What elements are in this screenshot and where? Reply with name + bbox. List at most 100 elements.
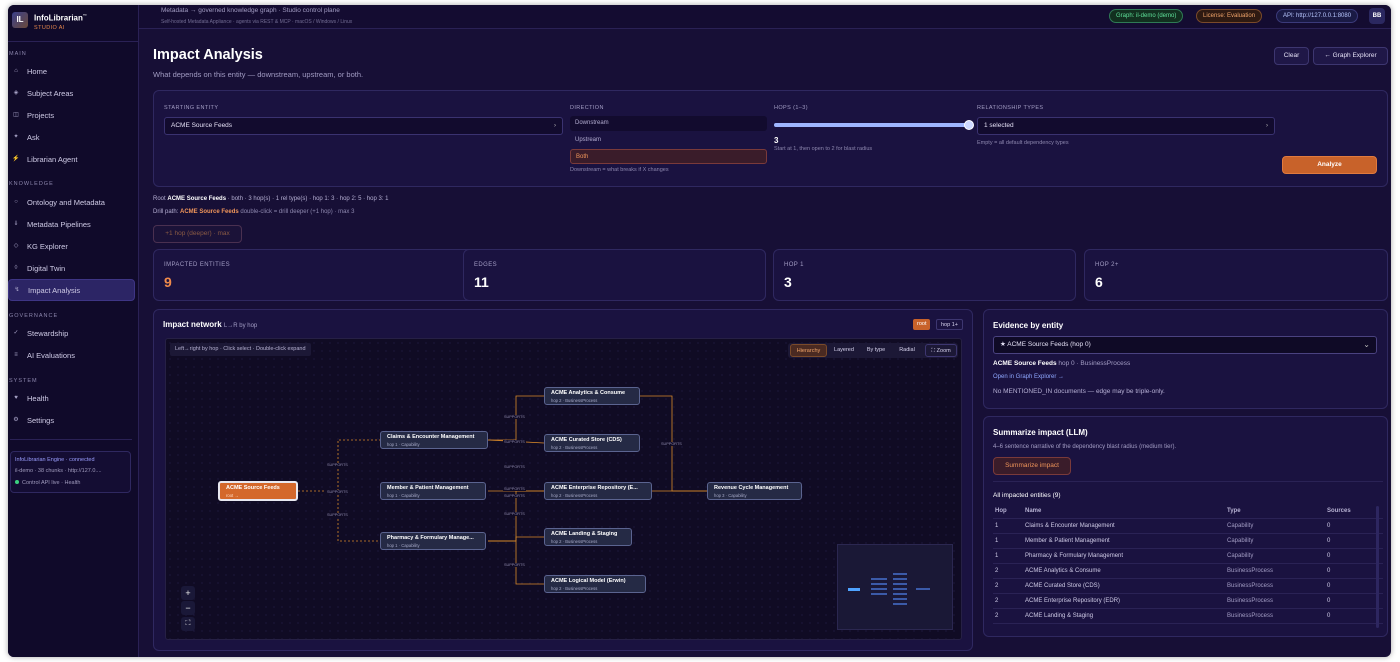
direction-option-both[interactable]: Both — [570, 149, 767, 164]
stat-hop-2-plus: HOP 2+ 6 — [1084, 249, 1388, 301]
node-claims-encounter[interactable]: Claims & Encounter Management hop 1 · Cap… — [380, 431, 488, 449]
section-governance: GOVERNANCE — [9, 313, 59, 319]
table-row[interactable]: 1 Member & Patient Management Capability 0 — [993, 534, 1383, 549]
sidebar-item-ai-evaluations[interactable]: ≡ AI Evaluations — [8, 345, 135, 365]
zoom-button[interactable]: ⛶ Zoom — [925, 344, 957, 357]
table-cell: ACME Analytics & Consume — [1025, 568, 1101, 574]
gear-icon: ⚙ — [13, 417, 19, 423]
sidebar-item-home[interactable]: ⌂ Home — [8, 61, 135, 81]
engine-status-card[interactable]: InfoLibrarian Engine · connected il-demo… — [10, 451, 131, 493]
table-cell: BusinessProcess — [1227, 583, 1274, 589]
sidebar-item-metadata-pipelines[interactable]: ⇓ Metadata Pipelines — [8, 214, 135, 234]
edge-label: SUPPORTS — [503, 487, 526, 491]
table-cell: BusinessProcess — [1227, 568, 1274, 574]
sidebar-item-impact-analysis[interactable]: ↯ Impact Analysis — [8, 279, 135, 301]
table-cell: 2 — [995, 583, 999, 589]
projects-icon: ◫ — [13, 112, 19, 118]
table-scrollbar[interactable] — [1376, 506, 1379, 628]
minimap-node — [871, 588, 887, 590]
minimap-node — [893, 593, 907, 595]
analyze-button[interactable]: Analyze — [1282, 156, 1377, 174]
ask-icon: ✦ — [13, 134, 19, 140]
sidebar-item-ask[interactable]: ✦ Ask — [8, 127, 135, 147]
direction-option-downstream[interactable]: Downstream — [570, 116, 767, 131]
summarize-title: Summarize impact (LLM) — [993, 428, 1088, 437]
sidebar-item-librarian-agent[interactable]: ⚡ Librarian Agent — [8, 149, 135, 169]
node-acme-curated-store[interactable]: ACME Curated Store (CDS) hop 2 · Business… — [544, 434, 640, 452]
topbar-tagline: Metadata → governed knowledge graph · St… — [161, 7, 340, 14]
page-title: Impact Analysis — [153, 47, 263, 63]
layout-layered-button[interactable]: Layered — [829, 344, 859, 357]
stat-edges: EDGES 11 — [463, 249, 766, 301]
brand: IL InfoLibrarian™ STUDIO AI — [8, 5, 139, 42]
hops-slider[interactable] — [774, 120, 974, 130]
layout-radial-button[interactable]: Radial — [893, 344, 921, 357]
check-icon: ✓ — [13, 330, 19, 336]
graph-pill[interactable]: Graph: il-demo (demo) — [1109, 9, 1184, 23]
stat-hop-1: HOP 13 — [773, 249, 1076, 301]
hops-hint: Start at 1, then open to 2 for blast rad… — [774, 146, 873, 152]
table-row[interactable]: 2 ACME Enterprise Repository (EDR) Busines… — [993, 594, 1383, 609]
table-row[interactable]: 1 Pharmacy & Formulary Management Capabili… — [993, 549, 1383, 564]
hops-slider-thumb[interactable] — [964, 120, 974, 130]
node-pharmacy-formulary[interactable]: Pharmacy & Formulary Manage... hop 1 · Ca… — [380, 532, 486, 550]
minimap[interactable] — [837, 544, 953, 630]
starting-entity-label: STARTING ENTITY — [164, 105, 219, 111]
table-cell: Claims & Encounter Management — [1025, 523, 1115, 529]
graph-explorer-button[interactable]: ← Graph Explorer — [1313, 47, 1388, 65]
direction-hint: Downstream = what breaks if X changes — [570, 167, 669, 173]
sidebar-item-kg-explorer[interactable]: ◇ KG Explorer — [8, 236, 135, 256]
node-acme-enterprise-repository[interactable]: ACME Enterprise Repository (E... hop 2 · … — [544, 482, 652, 500]
table-cell: Pharmacy & Formulary Management — [1025, 553, 1124, 559]
table-row[interactable]: 2 ACME Analytics & Consume BusinessProcess… — [993, 564, 1383, 579]
sidebar-item-digital-twin[interactable]: ◊ Digital Twin — [8, 258, 135, 278]
ontology-icon: ○ — [14, 199, 18, 205]
direction-option-upstream[interactable]: Upstream — [570, 133, 767, 148]
node-acme-analytics[interactable]: ACME Analytics & Consume hop 2 · Business… — [544, 387, 640, 405]
sidebar-item-stewardship[interactable]: ✓ Stewardship — [8, 323, 135, 343]
sidebar-item-settings[interactable]: ⚙ Settings — [8, 410, 135, 430]
fit-view-button[interactable]: ⛶ — [181, 617, 195, 631]
edge-label: SUPPORTS — [326, 463, 349, 467]
table-cell: 0 — [1327, 598, 1331, 604]
table-row[interactable]: 2 ACME Landing & Staging BusinessProcess 0 — [993, 609, 1383, 624]
node-acme-source-feeds[interactable]: ACME Source Feeds root → — [218, 481, 298, 501]
license-pill[interactable]: License: Evaluation — [1196, 9, 1263, 23]
sidebar: IL InfoLibrarian™ STUDIO AI MAIN ⌂ Home ◈… — [8, 5, 139, 657]
bolt-icon: ⚡ — [12, 156, 20, 162]
layout-by-type-button[interactable]: By type — [861, 344, 891, 357]
impact-network-title: Impact network L→R by hop — [163, 320, 258, 329]
layout-hierarchy-button[interactable]: Hierarchy — [790, 344, 827, 357]
sidebar-item-projects[interactable]: ◫ Projects — [8, 105, 135, 125]
open-in-graph-explorer-link[interactable]: Open in Graph Explorer → — [993, 374, 1064, 380]
node-member-patient[interactable]: Member & Patient Management hop 1 · Capab… — [380, 482, 486, 500]
api-pill[interactable]: API: http://127.0.0.1:8080 — [1276, 9, 1359, 23]
summarize-impact-button[interactable]: Summarize impact — [993, 457, 1071, 475]
sidebar-item-ontology[interactable]: ○ Ontology and Metadata — [8, 192, 135, 212]
deeper-hop-button[interactable]: +1 hop (deeper) · max — [153, 225, 242, 243]
app-subtitle: STUDIO AI — [34, 25, 65, 31]
relationship-types-select[interactable]: 1 selected › — [977, 117, 1275, 135]
evidence-entity-select[interactable]: ★ ACME Source Feeds (hop 0) ⌄ — [993, 336, 1377, 354]
minimap-node — [916, 588, 930, 590]
hop-badge: hop 1+ — [936, 319, 963, 330]
table-row[interactable]: 1 Claims & Encounter Management Capability… — [993, 519, 1383, 534]
zoom-in-button[interactable]: + — [181, 586, 195, 600]
node-revenue-cycle[interactable]: Revenue Cycle Management hop 3 · Capabili… — [707, 482, 802, 500]
chevron-right-icon: › — [1266, 123, 1268, 129]
table-cell: 2 — [995, 598, 999, 604]
table-cell: 0 — [1327, 583, 1331, 589]
digital-twin-icon: ◊ — [14, 265, 18, 271]
sidebar-item-subject-areas[interactable]: ◈ Subject Areas — [8, 83, 135, 103]
table-header: Hop Name Type Sources — [993, 504, 1383, 519]
avatar[interactable]: BB — [1369, 8, 1385, 24]
zoom-out-button[interactable]: − — [181, 601, 195, 615]
table-cell: BusinessProcess — [1227, 598, 1274, 604]
clear-button[interactable]: Clear — [1274, 47, 1309, 65]
node-acme-logical-model[interactable]: ACME Logical Model (Erwin) hop 2 · Busine… — [544, 575, 646, 593]
starting-entity-select[interactable]: ACME Source Feeds › — [164, 117, 563, 135]
impact-icon: ↯ — [14, 287, 20, 293]
table-row[interactable]: 2 ACME Curated Store (CDS) BusinessProcess… — [993, 579, 1383, 594]
sidebar-item-health[interactable]: ♥ Health — [8, 388, 135, 408]
node-acme-landing-staging[interactable]: ACME Landing & Staging hop 2 · BusinessPr… — [544, 528, 632, 546]
